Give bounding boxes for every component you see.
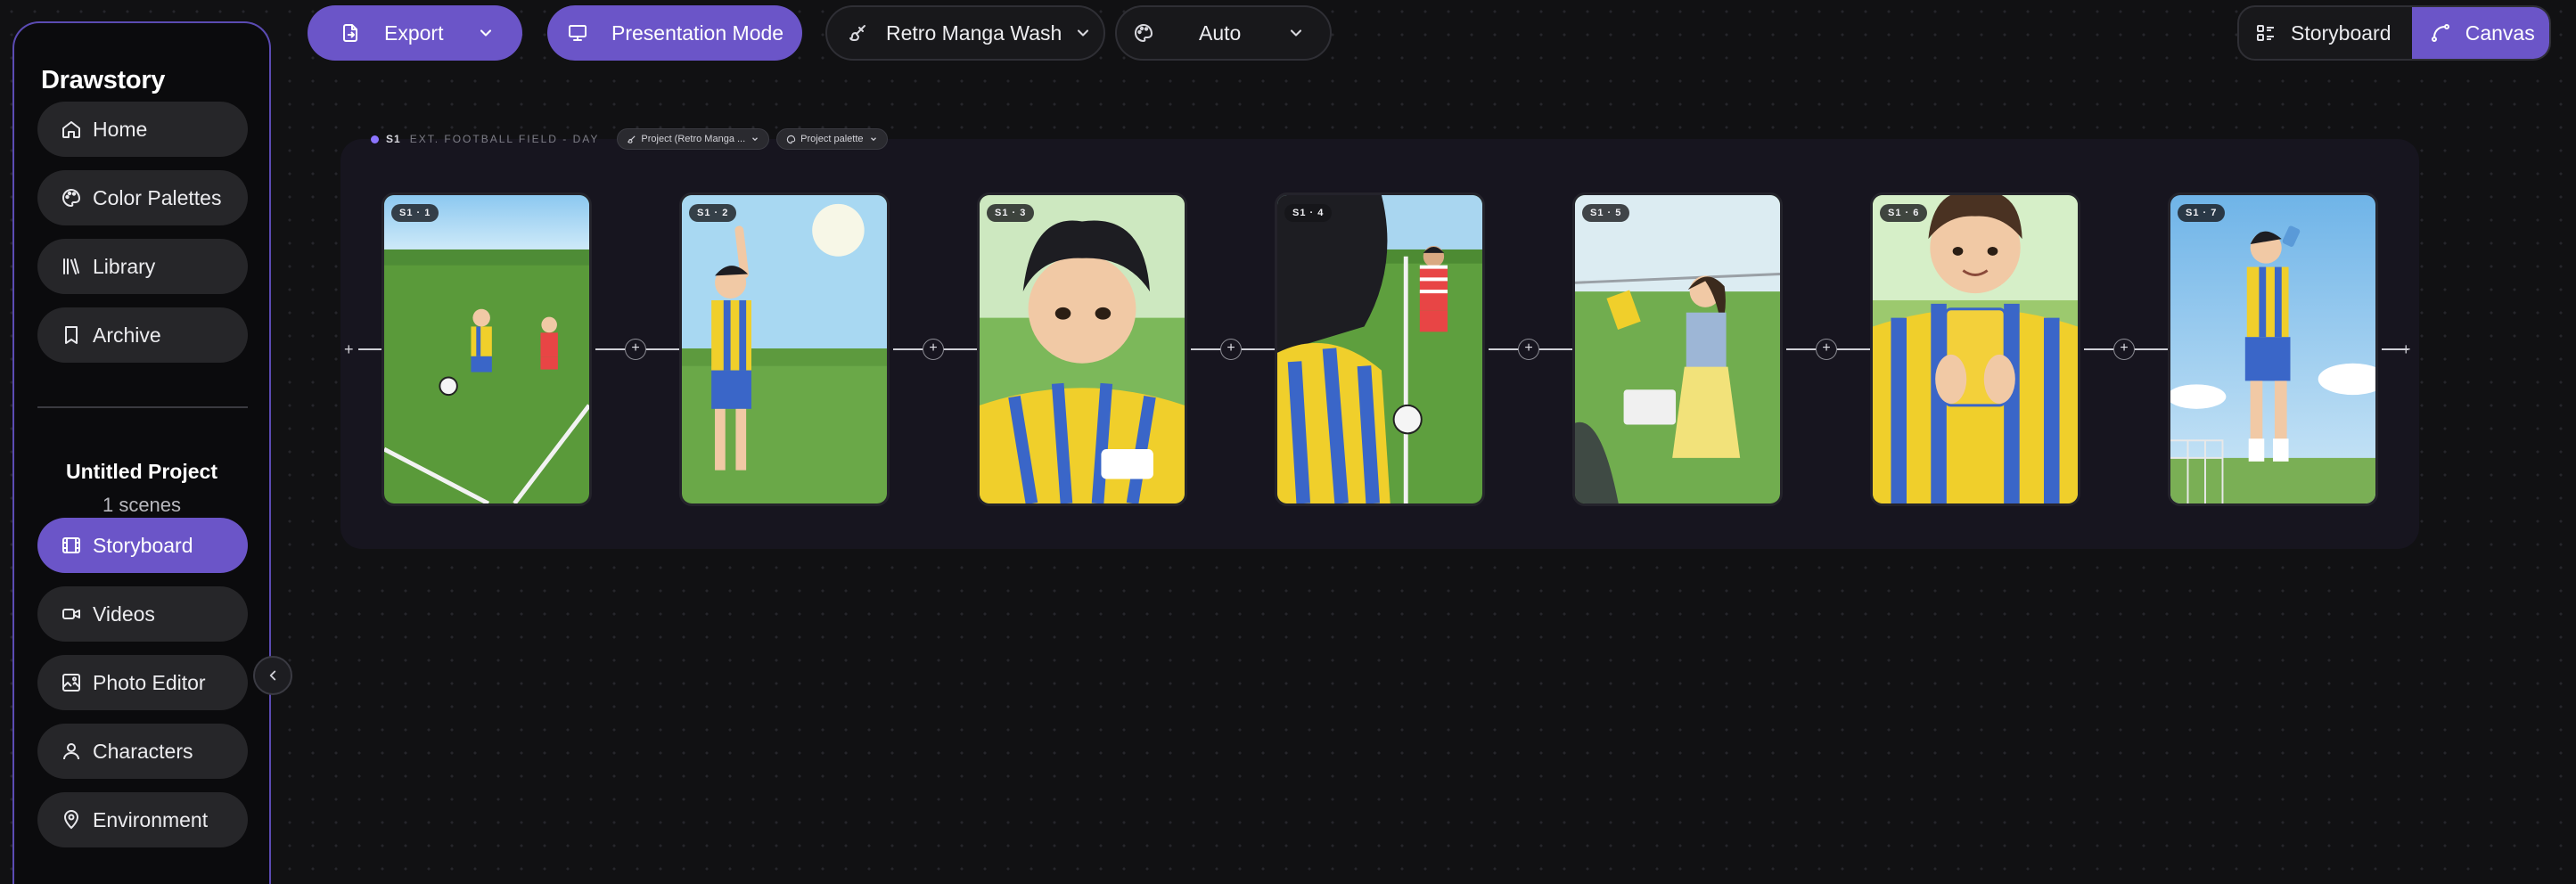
storyboard-frame[interactable]: S1 · 3 bbox=[977, 192, 1187, 506]
frame-label: S1 · 2 bbox=[689, 204, 737, 222]
frame-label: S1 · 1 bbox=[391, 204, 439, 222]
location-pin-icon bbox=[63, 810, 79, 830]
chevron-down-icon bbox=[1078, 29, 1089, 37]
scene-dot bbox=[371, 135, 379, 143]
app-logo[interactable]: Drawstory bbox=[41, 66, 165, 95]
insert-frame-button[interactable]: + bbox=[2113, 339, 2135, 360]
scene-palette-chip[interactable]: Project palette bbox=[776, 128, 888, 150]
film-icon bbox=[62, 537, 80, 553]
sidebar-item-environment[interactable]: Environment bbox=[37, 792, 248, 847]
project-title: Untitled Project bbox=[66, 460, 217, 483]
presentation-mode-button[interactable]: Presentation Mode bbox=[547, 5, 802, 61]
project-scene-count: 1 scenes bbox=[102, 494, 182, 516]
sidebar-item-storyboard[interactable]: Storyboard bbox=[37, 518, 248, 573]
sidebar-item-library[interactable]: Library bbox=[37, 239, 248, 294]
storyboard-frame[interactable]: S1 · 1 bbox=[381, 192, 592, 506]
sidebar-item-archive[interactable]: Archive bbox=[37, 307, 248, 363]
palette-icon bbox=[62, 188, 81, 208]
palette-select[interactable]: Auto bbox=[1115, 5, 1332, 61]
frame-illustration bbox=[682, 195, 887, 503]
sidebar-item-label: Videos bbox=[93, 602, 155, 626]
frame-connector bbox=[358, 348, 383, 350]
view-canvas-label: Canvas bbox=[2465, 20, 2535, 45]
sidebar-item-label: Library bbox=[93, 254, 156, 278]
chevron-down-icon bbox=[480, 29, 492, 37]
insert-frame-button[interactable]: + bbox=[625, 339, 646, 360]
sidebar-item-label: Photo Editor bbox=[93, 670, 206, 694]
palette-icon bbox=[1135, 23, 1153, 43]
storyboard-frame[interactable]: S1 · 6 bbox=[1870, 192, 2080, 506]
frame-illustration bbox=[1873, 195, 2078, 503]
view-storyboard-button[interactable]: Storyboard bbox=[2239, 7, 2412, 59]
export-label: Export bbox=[384, 20, 444, 45]
add-frame-end-button[interactable]: + bbox=[2401, 340, 2411, 359]
style-select[interactable]: Retro Manga Wash bbox=[825, 5, 1105, 61]
sidebar-item-label: Color Palettes bbox=[93, 185, 222, 209]
video-icon bbox=[62, 609, 80, 619]
sidebar-item-home[interactable]: Home bbox=[37, 102, 248, 157]
frame-label: S1 · 5 bbox=[1582, 204, 1630, 222]
presentation-icon bbox=[569, 25, 587, 41]
palette-icon bbox=[786, 135, 796, 143]
scene-style-chip-label: Project (Retro Manga ... bbox=[641, 134, 746, 144]
frame-label: S1 · 7 bbox=[2178, 204, 2226, 222]
scene-header: S1 EXT. FOOTBALL FIELD - DAY Project (Re… bbox=[371, 128, 895, 150]
chevron-down-icon bbox=[870, 137, 876, 142]
sidebar-item-label: Storyboard bbox=[93, 533, 193, 557]
sidebar-collapse-button[interactable] bbox=[253, 656, 292, 695]
scene-palette-chip-label: Project palette bbox=[800, 134, 864, 144]
storyboard-frame[interactable]: S1 · 2 bbox=[679, 192, 890, 506]
sidebar-item-color-palettes[interactable]: Color Palettes bbox=[37, 170, 248, 225]
brush-icon bbox=[849, 25, 866, 41]
insert-frame-button[interactable]: + bbox=[1220, 339, 1242, 360]
add-frame-start-button[interactable]: + bbox=[344, 340, 354, 359]
frame-label: S1 · 3 bbox=[987, 204, 1035, 222]
export-button[interactable]: Export bbox=[308, 5, 522, 61]
library-icon bbox=[63, 258, 79, 274]
sidebar-divider bbox=[37, 406, 248, 408]
style-label: Retro Manga Wash bbox=[886, 20, 1062, 45]
sidebar-item-characters[interactable]: Characters bbox=[37, 724, 248, 779]
chevron-down-icon bbox=[752, 137, 759, 142]
insert-frame-button[interactable]: + bbox=[1816, 339, 1837, 360]
storyboard-frame[interactable]: S1 · 5 bbox=[1572, 192, 1783, 506]
sidebar-item-label: Characters bbox=[93, 739, 193, 763]
view-storyboard-label: Storyboard bbox=[2291, 20, 2391, 45]
bookmark-icon bbox=[65, 326, 78, 344]
frame-illustration bbox=[980, 195, 1185, 503]
view-canvas-button[interactable]: Canvas bbox=[2411, 7, 2549, 59]
sidebar-item-label: Home bbox=[93, 117, 148, 141]
frame-label: S1 · 6 bbox=[1880, 204, 1928, 222]
insert-frame-button[interactable]: + bbox=[1518, 339, 1539, 360]
presentation-label: Presentation Mode bbox=[611, 20, 784, 45]
palette-label: Auto bbox=[1199, 20, 1242, 45]
curve-icon bbox=[2431, 24, 2449, 42]
scene-heading[interactable]: EXT. FOOTBALL FIELD - DAY bbox=[410, 133, 600, 145]
sidebar-item-photo-editor[interactable]: Photo Editor bbox=[37, 655, 248, 710]
storyboard-frame[interactable]: S1 · 4 bbox=[1275, 192, 1485, 506]
export-icon bbox=[343, 24, 357, 42]
chevron-down-icon bbox=[1291, 29, 1302, 37]
list-icon bbox=[2257, 25, 2274, 41]
storyboard-frame[interactable]: S1 · 7 bbox=[2168, 192, 2378, 506]
view-toggle: Storyboard Canvas bbox=[2237, 5, 2551, 61]
home-icon bbox=[62, 121, 80, 138]
frame-illustration bbox=[384, 195, 589, 503]
scene-id: S1 bbox=[386, 133, 401, 145]
sidebar: Drawstory Home Color Palettes Library Ar… bbox=[12, 21, 271, 884]
frame-label: S1 · 4 bbox=[1284, 204, 1333, 222]
sidebar-item-videos[interactable]: Videos bbox=[37, 586, 248, 642]
chevron-left-icon bbox=[269, 670, 276, 681]
sidebar-item-label: Environment bbox=[93, 807, 209, 831]
frame-illustration bbox=[1575, 195, 1780, 503]
brush-icon bbox=[628, 135, 636, 143]
insert-frame-button[interactable]: + bbox=[923, 339, 944, 360]
photo-edit-icon bbox=[62, 674, 80, 692]
scene-style-chip[interactable]: Project (Retro Manga ... bbox=[617, 128, 770, 150]
frame-illustration bbox=[2170, 195, 2375, 503]
user-icon bbox=[63, 743, 79, 760]
frame-illustration bbox=[1277, 195, 1482, 503]
sidebar-item-label: Archive bbox=[93, 323, 161, 347]
